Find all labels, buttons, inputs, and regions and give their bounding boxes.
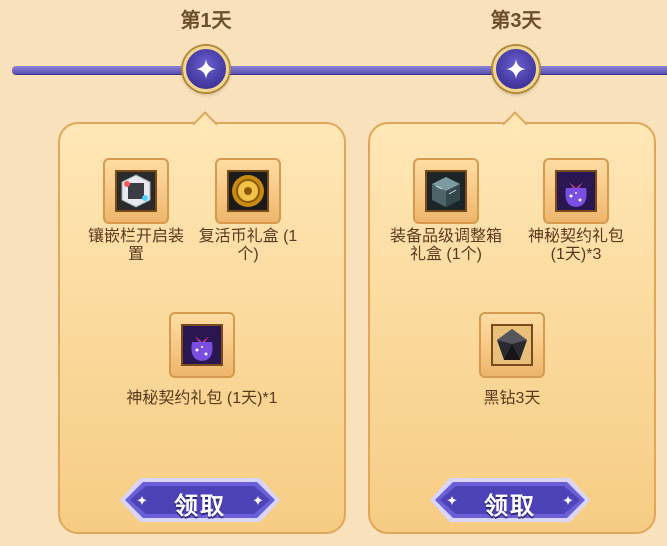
purple-bag-icon xyxy=(555,170,597,212)
black-diamond-icon xyxy=(491,324,533,366)
event-rewards-panel: 第1天 第3天 镶嵌栏开启装置 复活币礼盒 (1个) 神秘契约礼包 (1天)*1… xyxy=(0,0,667,546)
item-frame xyxy=(543,158,609,224)
item-frame xyxy=(215,158,281,224)
day-3-label: 第3天 xyxy=(490,10,542,32)
card-pointer xyxy=(192,111,218,137)
item-frame xyxy=(169,312,235,378)
reward-item[interactable]: 镶嵌栏开启装置 xyxy=(76,158,196,264)
coin-box-icon xyxy=(227,170,269,212)
claim-label: 领取 xyxy=(174,493,226,520)
day-3-node-icon xyxy=(493,46,539,92)
item-name: 装备品级调整箱礼盒 (1个) xyxy=(389,228,502,263)
reward-item[interactable]: 黑钻3天 xyxy=(452,312,572,408)
reward-item[interactable]: 神秘契约礼包 (1天)*3 xyxy=(516,158,636,264)
reward-item[interactable]: 神秘契约礼包 (1天)*1 xyxy=(126,312,278,408)
purple-bag-icon xyxy=(181,324,223,366)
day-1-claim-button[interactable]: 领取 xyxy=(120,476,280,524)
item-name: 神秘契约礼包 (1天)*3 xyxy=(527,228,624,263)
item-name: 黑钻3天 xyxy=(483,390,541,407)
item-frame xyxy=(103,158,169,224)
item-frame xyxy=(479,312,545,378)
socket-device-icon xyxy=(115,170,157,212)
stone-cube-icon xyxy=(425,170,467,212)
item-name: 复活币礼盒 (1个) xyxy=(198,228,298,263)
day-3-claim-button[interactable]: 领取 xyxy=(430,476,590,524)
item-frame xyxy=(413,158,479,224)
card-pointer xyxy=(502,111,528,137)
claim-label: 领取 xyxy=(484,493,536,520)
reward-item[interactable]: 装备品级调整箱礼盒 (1个) xyxy=(386,158,506,264)
reward-item[interactable]: 复活币礼盒 (1个) xyxy=(188,158,308,264)
item-name: 神秘契约礼包 (1天)*1 xyxy=(126,390,278,407)
timeline-track xyxy=(12,66,667,74)
day-1-node-icon xyxy=(183,46,229,92)
item-name: 镶嵌栏开启装置 xyxy=(87,228,184,263)
day-1-label: 第1天 xyxy=(180,10,232,32)
